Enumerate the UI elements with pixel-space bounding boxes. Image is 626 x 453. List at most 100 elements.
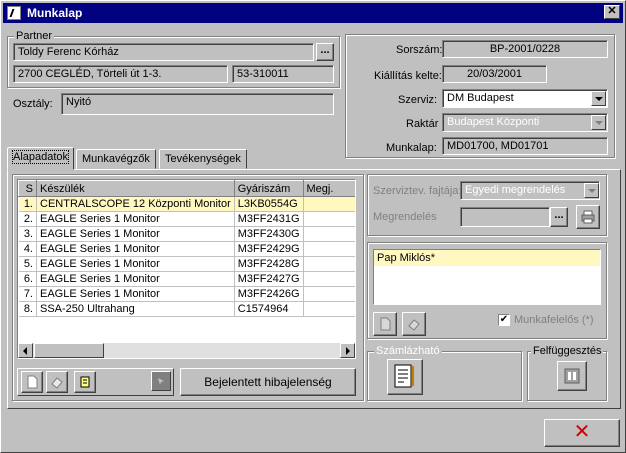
szervizt-label: Szerviztev. fajtája:	[373, 185, 462, 197]
raktar-label: Raktár	[406, 118, 439, 130]
cursor-icon	[158, 378, 164, 385]
munkafelelos-checkbox[interactable]: ✔	[498, 314, 510, 326]
row-serial: L3KB0554G	[234, 196, 304, 212]
tab-tevekenysegek[interactable]: Tevékenységek	[159, 149, 247, 169]
raktar-value: Budapest Központi	[447, 116, 540, 128]
row-note	[303, 241, 355, 257]
row-device: EAGLE Series 1 Monitor	[36, 271, 235, 287]
remove-worker-button[interactable]	[402, 312, 426, 336]
col-header-megj[interactable]: Megj.	[302, 180, 355, 197]
col-header-keszulek[interactable]: Készülék	[36, 180, 235, 197]
szervizt-select[interactable]: Egyedi megrendelés	[460, 181, 600, 200]
edit-row-button[interactable]	[46, 371, 68, 393]
szerviz-chevron-down-icon[interactable]	[591, 91, 606, 106]
row-serial: M3FF2431G	[234, 211, 304, 227]
tab-tevekenysegek-label: Tevékenységek	[165, 153, 241, 165]
table-row[interactable]: 4. EAGLE Series 1 Monitor M3FF2429G	[18, 241, 355, 257]
table-horizontal-scrollbar[interactable]	[18, 343, 355, 358]
printer-icon	[581, 210, 595, 224]
row-serial: M3FF2428G	[234, 256, 304, 272]
small-action-button[interactable]	[151, 371, 171, 391]
tab-munkavegzok-label: Munkavégzők	[82, 153, 150, 165]
row-device: EAGLE Series 1 Monitor	[36, 241, 235, 257]
sorszam-field[interactable]: BP-2001/0228	[442, 40, 608, 58]
invoice-icon	[394, 364, 414, 388]
tab-alapadatok[interactable]: Alapadatok	[7, 147, 75, 170]
devices-table-container: S Készülék Gyáriszám Megj. 1. CENTRALSCOP…	[17, 179, 356, 359]
partner-address-field[interactable]: 2700 CEGLÉD, Törteli út 1-3.	[13, 65, 228, 83]
kiallitas-field[interactable]: 20/03/2001	[442, 65, 547, 83]
kiallitas-label: Kiállítás kelte:	[374, 70, 442, 82]
table-header-row: S Készülék Gyáriszám Megj.	[18, 180, 355, 197]
table-row[interactable]: 6. EAGLE Series 1 Monitor M3FF2427G	[18, 271, 355, 287]
table-row[interactable]: 1. CENTRALSCOPE 12 Központi Monitor L3KB05…	[18, 196, 355, 212]
row-device: EAGLE Series 1 Monitor	[36, 256, 235, 272]
row-number: 6.	[18, 271, 37, 287]
new-row-button[interactable]	[21, 371, 43, 393]
bejelentett-hibajelenseg-button[interactable]: Bejelentett hibajelenség	[180, 368, 356, 396]
szamlazhato-label: Számlázható	[374, 345, 442, 357]
col-header-s[interactable]: S	[18, 180, 37, 197]
note-icon	[80, 376, 90, 388]
row-note	[303, 211, 355, 227]
megrendeles-label: Megrendelés	[373, 211, 437, 223]
table-row[interactable]: 8. SSA-250 Ultrahang C1574964	[18, 301, 355, 317]
window-title: Munkalap	[27, 6, 83, 20]
row-note	[303, 271, 355, 287]
row-device: CENTRALSCOPE 12 Központi Monitor	[36, 196, 235, 212]
note-row-button[interactable]	[74, 371, 96, 393]
szervizt-chevron-down-icon[interactable]	[584, 183, 599, 198]
suspend-icon	[564, 368, 580, 384]
devices-table: S Készülék Gyáriszám Megj. 1. CENTRALSCOP…	[18, 180, 355, 317]
row-number: 4.	[18, 241, 37, 257]
raktar-chevron-down-icon[interactable]	[591, 115, 606, 130]
row-device: EAGLE Series 1 Monitor	[36, 286, 235, 302]
osztaly-field[interactable]: Nyitó	[61, 93, 334, 115]
row-device: EAGLE Series 1 Monitor	[36, 211, 235, 227]
table-row[interactable]: 2. EAGLE Series 1 Monitor M3FF2431G	[18, 211, 355, 227]
row-serial: M3FF2429G	[234, 241, 304, 257]
col-header-gyariszam[interactable]: Gyáriszám	[233, 180, 304, 197]
devices-table-body: 1. CENTRALSCOPE 12 Központi Monitor L3KB05…	[18, 196, 355, 317]
row-note	[303, 286, 355, 302]
scroll-left-button[interactable]	[18, 343, 33, 358]
tab-munkavegzok[interactable]: Munkavégzők	[76, 149, 156, 169]
scroll-right-button[interactable]	[340, 343, 355, 358]
list-item[interactable]: Pap Miklós*	[374, 250, 600, 266]
munkalap-window: Munkalap ✕ Partner Toldy Ferenc Kórház .…	[0, 0, 626, 453]
partner-name-field[interactable]: Toldy Ferenc Kórház	[13, 43, 314, 61]
table-row[interactable]: 3. EAGLE Series 1 Monitor M3FF2430G	[18, 226, 355, 242]
szamlazhato-button[interactable]	[387, 359, 423, 395]
close-button[interactable]: ✕	[544, 419, 620, 447]
sorszam-label: Sorszám:	[396, 44, 443, 56]
munkalap-label: Munkalap:	[386, 142, 437, 154]
szervizt-value: Egyedi megrendelés	[465, 184, 566, 196]
row-serial: M3FF2430G	[234, 226, 304, 242]
eraser-icon	[51, 377, 63, 389]
workers-list[interactable]: Pap Miklós*	[373, 249, 601, 305]
partner-browse-button[interactable]: ...	[316, 43, 334, 61]
row-note	[303, 256, 355, 272]
arrow-right-icon	[346, 347, 350, 355]
printer-button[interactable]	[576, 205, 600, 229]
szerviz-select[interactable]: DM Budapest	[442, 89, 608, 108]
table-row[interactable]: 7. EAGLE Series 1 Monitor M3FF2426G	[18, 286, 355, 302]
osztaly-label: Osztály:	[13, 98, 53, 110]
row-number: 3.	[18, 226, 37, 242]
munkalap-field[interactable]: MD01700, MD01701	[442, 137, 608, 155]
megrendeles-browse-button[interactable]: ...	[550, 207, 568, 227]
megrendeles-field[interactable]	[460, 207, 550, 227]
row-serial: M3FF2426G	[234, 286, 304, 302]
title-bar: Munkalap ✕	[3, 3, 623, 23]
row-serial: C1574964	[234, 301, 304, 317]
raktar-select[interactable]: Budapest Központi	[442, 113, 608, 132]
row-note	[303, 301, 355, 317]
window-close-button[interactable]: ✕	[604, 5, 620, 19]
scroll-thumb[interactable]	[34, 343, 104, 358]
arrow-left-icon	[23, 347, 27, 355]
munkafelelos-label: Munkafelelős (*)	[514, 314, 594, 326]
add-worker-button[interactable]	[373, 312, 397, 336]
partner-phone-field[interactable]: 53-310011	[232, 65, 334, 83]
table-row[interactable]: 5. EAGLE Series 1 Monitor M3FF2428G	[18, 256, 355, 272]
felfuggesztes-button[interactable]	[557, 361, 587, 391]
